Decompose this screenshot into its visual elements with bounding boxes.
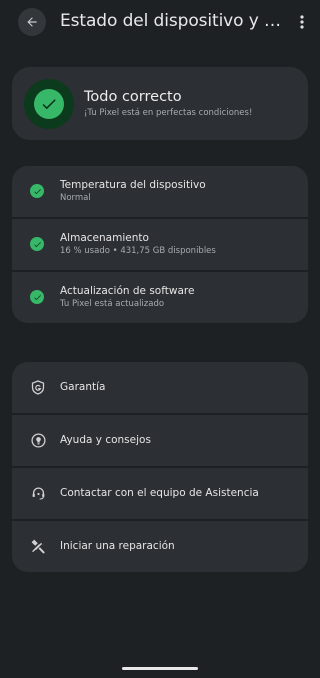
tools-icon: [30, 538, 46, 554]
status-item-storage[interactable]: Almacenamiento 16 % usado • 431,75 GB di…: [12, 219, 308, 270]
more-options-button[interactable]: [294, 12, 310, 32]
arrow-back-icon: [27, 17, 37, 27]
support-item-help[interactable]: Ayuda y consejos: [12, 415, 308, 466]
check-icon: [30, 184, 44, 198]
status-item-temperature[interactable]: Temperatura del dispositivo Normal: [12, 166, 308, 217]
support-item-contact[interactable]: Contactar con el equipo de Asistencia: [12, 468, 308, 519]
support-item-repair[interactable]: Iniciar una reparación: [12, 521, 308, 572]
support-item-warranty[interactable]: Garantía: [12, 362, 308, 413]
back-button[interactable]: [18, 8, 46, 36]
status-summary-card: Todo correcto ¡Tu Pixel está en perfecta…: [12, 67, 308, 140]
more-vert-icon: [300, 15, 304, 29]
status-item-subtitle: Normal: [60, 193, 91, 203]
shield-g-icon: [30, 379, 46, 395]
summary-subtitle: ¡Tu Pixel está en perfectas condiciones!: [84, 108, 253, 118]
support-item-label: Ayuda y consejos: [60, 434, 151, 446]
status-item-subtitle: 16 % usado • 431,75 GB disponibles: [60, 246, 216, 256]
status-item-software-update[interactable]: Actualización de software Tu Pixel está …: [12, 272, 308, 323]
support-item-label: Garantía: [60, 381, 106, 393]
status-item-title: Almacenamiento: [60, 232, 149, 244]
check-icon: [30, 290, 44, 304]
support-agent-icon: [30, 485, 46, 501]
status-item-title: Actualización de software: [60, 285, 195, 297]
support-item-label: Contactar con el equipo de Asistencia: [60, 487, 259, 499]
status-item-subtitle: Tu Pixel está actualizado: [60, 299, 165, 309]
summary-title: Todo correcto: [84, 89, 182, 105]
help-bulb-icon: [30, 432, 46, 448]
support-item-label: Iniciar una reparación: [60, 540, 175, 552]
page-title: Estado del dispositivo y asistencia: [60, 11, 288, 31]
check-circle-icon: [24, 79, 74, 129]
check-icon: [30, 237, 44, 251]
top-app-bar: Estado del dispositivo y asistencia: [0, 0, 320, 44]
status-item-title: Temperatura del dispositivo: [60, 179, 206, 191]
navigation-handle[interactable]: [122, 667, 198, 670]
